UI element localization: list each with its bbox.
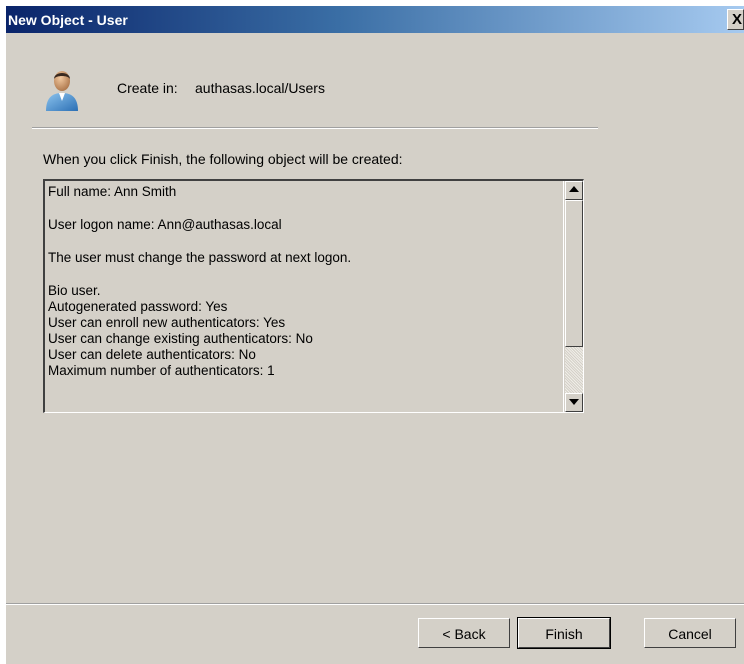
create-in-label: Create in: — [117, 80, 178, 96]
finish-button[interactable]: Finish — [517, 617, 611, 649]
summary-bio-line: Maximum number of authenticators: 1 — [48, 363, 275, 378]
summary-scrollbar[interactable] — [563, 181, 583, 412]
summary-bio-line: User can enroll new authenticators: Yes — [48, 315, 286, 330]
header-divider — [32, 127, 598, 129]
new-object-user-dialog: New Object - User X Create in: authasas.… — [6, 6, 744, 664]
back-button[interactable]: < Back — [418, 618, 510, 648]
scroll-thumb[interactable] — [565, 200, 583, 347]
user-icon — [46, 71, 78, 111]
summary-textbox[interactable]: Full name: Ann Smith User logon name: An… — [43, 179, 584, 413]
summary-change-password: The user must change the password at nex… — [48, 250, 352, 265]
summary-bio-line: Autogenerated password: Yes — [48, 299, 228, 314]
summary-bio-line: Bio user. — [48, 283, 101, 298]
window-title: New Object - User — [8, 12, 128, 28]
summary-bio-line: User can delete authenticators: No — [48, 347, 256, 362]
scroll-down-button[interactable] — [565, 393, 583, 412]
summary-content: Full name: Ann Smith User logon name: An… — [48, 184, 558, 379]
scroll-up-button[interactable] — [565, 181, 583, 200]
close-button[interactable]: X — [727, 9, 744, 30]
create-in-path: authasas.local/Users — [195, 80, 325, 96]
cancel-button[interactable]: Cancel — [644, 618, 736, 648]
arrow-down-icon — [569, 399, 579, 405]
summary-full-name: Full name: Ann Smith — [48, 184, 177, 199]
intro-text: When you click Finish, the following obj… — [43, 151, 403, 167]
footer-divider — [6, 603, 744, 605]
close-icon: X — [732, 11, 743, 28]
summary-logon-name: User logon name: Ann@authasas.local — [48, 217, 282, 232]
summary-bio-line: User can change existing authenticators:… — [48, 331, 313, 346]
title-bar: New Object - User X — [6, 6, 744, 33]
arrow-up-icon — [569, 186, 579, 192]
